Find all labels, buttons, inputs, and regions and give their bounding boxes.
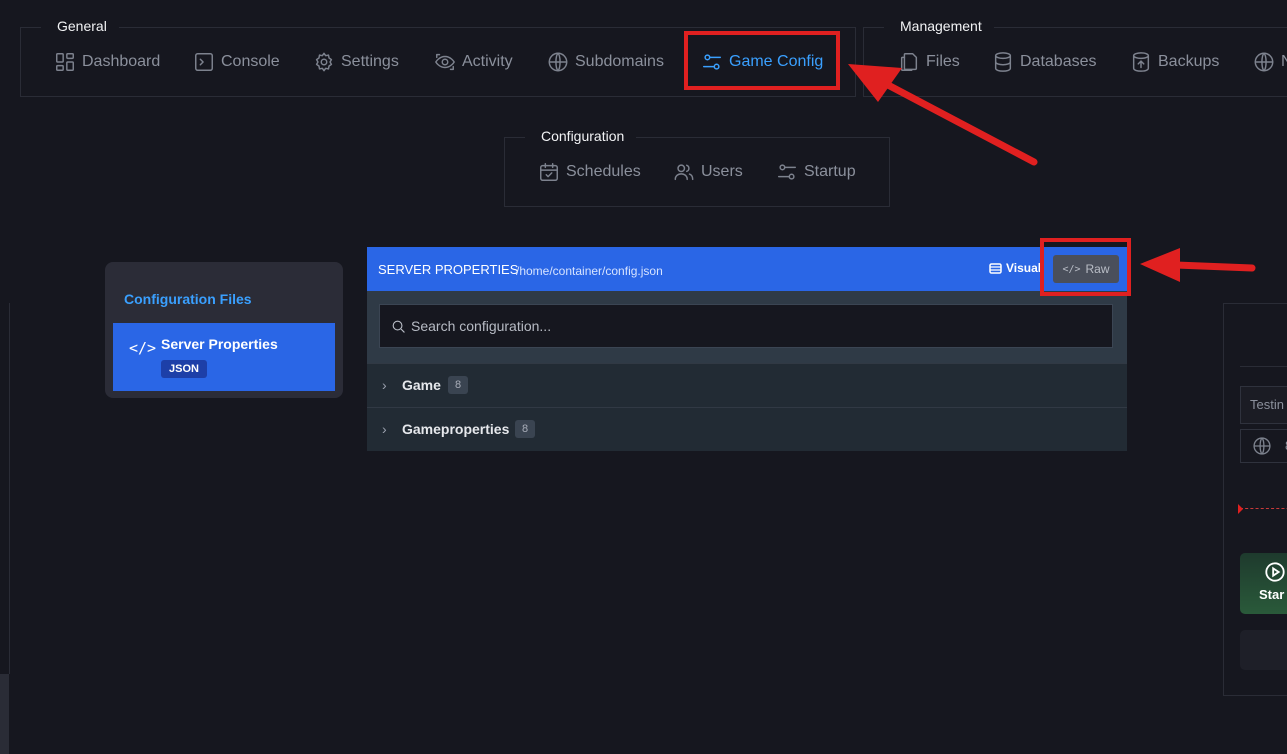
nav-item-activity[interactable]: Activity: [434, 51, 513, 73]
nav-item-label: Backups: [1158, 53, 1220, 70]
nav-item-label: Dashboard: [82, 53, 161, 70]
resource-bar-marker: [1238, 504, 1243, 514]
visual-mode-label: Visual: [1006, 261, 1042, 275]
nav-item-console[interactable]: Console: [193, 51, 280, 73]
nav-group-configuration: Configuration Schedules Users Startup: [504, 124, 890, 207]
server-info-panel: Testin 8 Star: [1223, 303, 1287, 696]
globe-icon: [1253, 437, 1271, 455]
config-file-server-properties[interactable]: </> Server Properties JSON: [113, 323, 335, 391]
console-icon: [195, 53, 213, 71]
nav-item-label: Console: [221, 53, 280, 70]
annotation-box-raw: [1040, 238, 1131, 296]
play-icon: [1265, 562, 1285, 582]
nav-item-label: Users: [701, 163, 743, 180]
secondary-button[interactable]: [1240, 630, 1287, 670]
nav-item-users[interactable]: Users: [673, 161, 743, 183]
file-type-badge: JSON: [161, 360, 207, 378]
config-editor-panel: SERVER PROPERTIES /home/container/config…: [367, 247, 1127, 452]
section-name: Game: [402, 377, 441, 393]
nav-item-label: Databases: [1020, 53, 1097, 70]
eye-icon: [435, 53, 455, 71]
nav-item-subdomains[interactable]: Subdomains: [547, 51, 664, 73]
config-section-gameproperties[interactable]: › Gameproperties 8: [367, 407, 1127, 451]
nav-item-label: Activity: [462, 53, 513, 70]
server-name-field[interactable]: Testin: [1240, 386, 1287, 424]
editor-title: SERVER PROPERTIES: [378, 262, 519, 277]
database-icon: [994, 52, 1012, 72]
calendar-icon: [540, 163, 558, 181]
section-count-badge: 8: [515, 420, 536, 438]
nav-group-label: General: [41, 14, 119, 39]
nav-item-databases[interactable]: Databases: [992, 51, 1097, 73]
nav-group-label: Configuration: [525, 124, 637, 149]
section-count-badge: 8: [448, 376, 469, 394]
chevron-right-icon: ›: [382, 421, 387, 437]
visual-mode-button[interactable]: Visual: [989, 261, 1041, 275]
editor-header: SERVER PROPERTIES /home/container/config…: [367, 247, 1127, 291]
config-files-title: Configuration Files: [124, 291, 252, 307]
left-panel-scroll-edge: [0, 674, 9, 754]
annotation-box-game-config: [684, 31, 840, 90]
nav-item-files[interactable]: Files: [898, 51, 960, 73]
panel-divider: [1240, 366, 1287, 367]
gear-icon: [315, 52, 333, 72]
resource-bar-dashed: [1240, 508, 1287, 509]
globe-icon: [1254, 52, 1274, 72]
nav-item-settings[interactable]: Settings: [313, 51, 399, 73]
files-icon: [900, 53, 918, 71]
config-files-panel: Configuration Files </> Server Propertie…: [105, 262, 343, 398]
nav-item-backups[interactable]: Backups: [1130, 51, 1219, 73]
search-input[interactable]: [411, 305, 1091, 347]
code-icon: </>: [129, 339, 157, 357]
start-button-label: Star: [1259, 587, 1285, 602]
annotation-arrowhead-raw: [1140, 248, 1180, 282]
chevron-right-icon: ›: [382, 377, 387, 393]
nav-item-dashboard[interactable]: Dashboard: [54, 51, 160, 73]
globe-icon: [548, 52, 568, 72]
nav-group-label: Management: [884, 14, 994, 39]
nav-item-label: Files: [926, 53, 960, 70]
search-icon: [392, 320, 405, 333]
sliders-icon: [778, 164, 796, 180]
server-address-field[interactable]: 8: [1240, 429, 1287, 463]
nav-item-network[interactable]: N: [1253, 51, 1287, 73]
start-button[interactable]: Star: [1240, 553, 1287, 614]
nav-item-label: Subdomains: [575, 53, 664, 70]
nav-group-management: Management Files Databases Backups N: [863, 14, 1287, 97]
nav-item-label: Settings: [341, 53, 399, 70]
nav-item-schedules[interactable]: Schedules: [538, 161, 641, 183]
nav-item-label: N: [1281, 53, 1287, 70]
search-area: [367, 291, 1127, 363]
nav-item-label: Startup: [804, 163, 856, 180]
table-icon: [989, 262, 1002, 274]
backup-icon: [1132, 52, 1150, 72]
nav-item-label: Schedules: [566, 163, 641, 180]
search-box: [379, 304, 1113, 348]
dashboard-icon: [56, 53, 74, 71]
config-section-game[interactable]: › Game 8: [367, 363, 1127, 407]
left-panel-edge: [0, 303, 10, 674]
editor-file-path: /home/container/config.json: [516, 264, 663, 278]
users-icon: [674, 164, 694, 181]
section-name: Gameproperties: [402, 421, 510, 437]
nav-item-startup[interactable]: Startup: [776, 161, 856, 183]
config-file-name: Server Properties: [161, 336, 278, 352]
annotation-arrow-shaft-raw: [1172, 261, 1256, 272]
server-name-value: Testin: [1250, 397, 1284, 412]
